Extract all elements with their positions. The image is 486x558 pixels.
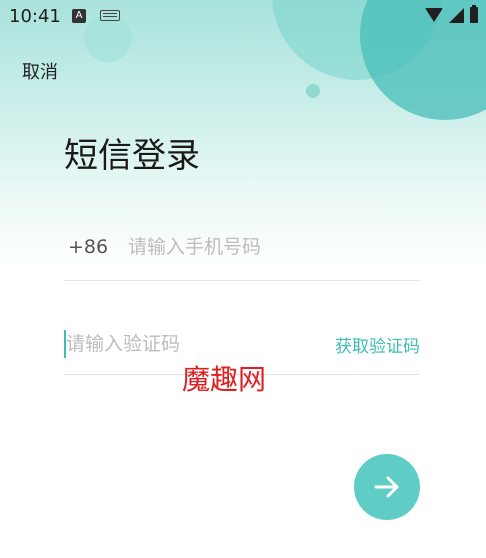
phone-input[interactable]: [128, 232, 418, 262]
a-notification-icon: A: [72, 9, 86, 23]
country-code[interactable]: +86: [68, 236, 108, 258]
signal-icon: [449, 7, 464, 23]
keyboard-icon: [100, 10, 120, 21]
arrow-right-icon: [374, 476, 399, 498]
battery-charging-icon: [470, 5, 478, 23]
status-icons: [425, 5, 478, 23]
wifi-icon: [425, 8, 443, 22]
phone-field-row: +86: [64, 226, 420, 281]
verification-code-input[interactable]: [66, 330, 306, 358]
status-bar: 10:41 A: [0, 0, 486, 34]
get-code-button[interactable]: 获取验证码: [335, 332, 420, 357]
cancel-button[interactable]: 取消: [22, 58, 58, 84]
submit-button[interactable]: [354, 454, 420, 520]
decor-circle: [306, 84, 320, 98]
status-time: 10:41: [9, 6, 61, 27]
page-title: 短信登录: [64, 136, 200, 176]
watermark: 魔趣网: [182, 363, 267, 396]
